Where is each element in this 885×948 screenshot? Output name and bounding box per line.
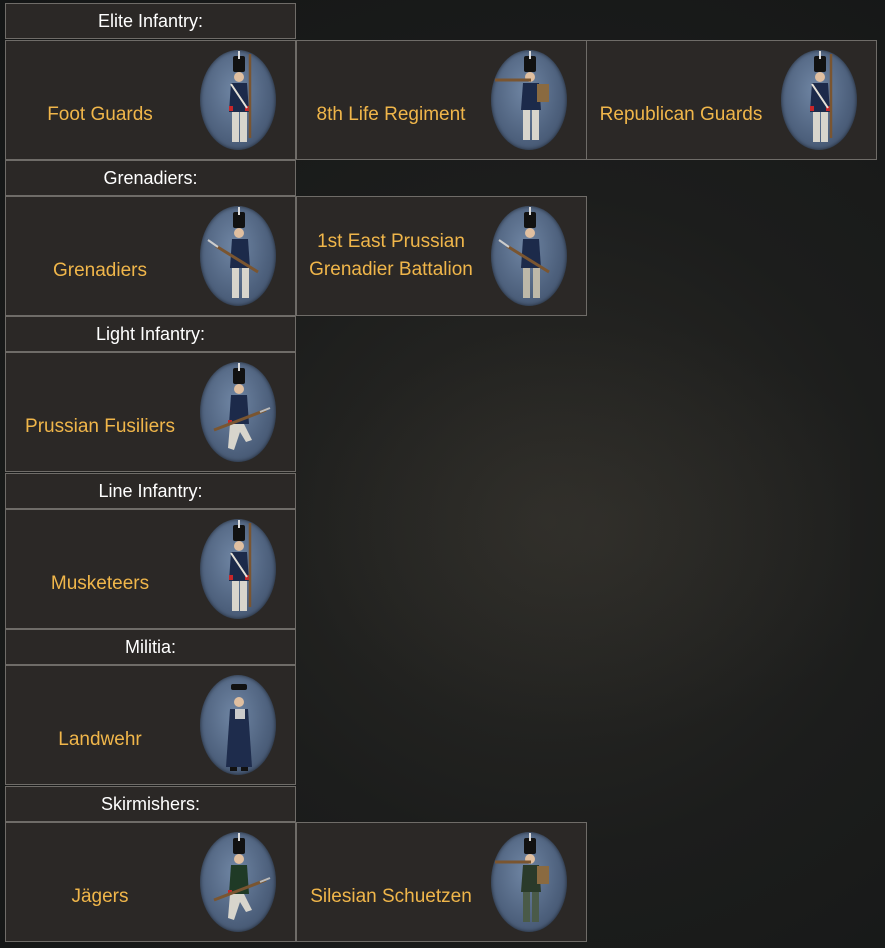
unit-portrait	[491, 206, 567, 306]
soldier-figure	[810, 51, 833, 142]
unit-name: Musketeers	[50, 573, 150, 594]
unit-portrait	[200, 206, 276, 306]
unit-portrait	[200, 519, 276, 619]
unit-card-landwehr[interactable]: Landwehr	[5, 665, 296, 785]
unit-card-prussian-fusiliers[interactable]: Prussian Fusiliers	[5, 352, 296, 472]
unit-card-musketeers[interactable]: Musketeers	[5, 509, 296, 629]
section-header-militia: Militia:	[5, 629, 296, 665]
section-header-elite-infantry: Elite Infantry:	[5, 3, 296, 39]
unit-card-jagers[interactable]: Jägers	[5, 822, 296, 942]
section-header-line-infantry: Line Infantry:	[5, 473, 296, 509]
unit-name: 8th Life Regiment	[316, 104, 466, 125]
unit-name: Grenadiers	[53, 260, 147, 281]
soldier-figure	[495, 51, 549, 140]
soldier-figure	[229, 520, 252, 611]
unit-name: Jägers	[71, 886, 129, 907]
unit-name: Republican Guards	[599, 104, 763, 125]
unit-portrait	[491, 832, 567, 932]
section-header-grenadiers: Grenadiers:	[5, 160, 296, 196]
unit-portrait	[781, 50, 857, 150]
background-battlefield	[290, 320, 850, 740]
unit-name: Landwehr	[58, 729, 142, 750]
unit-portrait	[200, 50, 276, 150]
soldier-figure	[207, 207, 259, 298]
unit-card-republican-guards[interactable]: Republican Guards	[586, 40, 877, 160]
unit-card-1st-east-prussian-grenadier-battalion[interactable]: 1st East Prussian Grenadier Battalion	[296, 196, 587, 316]
unit-portrait	[200, 675, 276, 775]
unit-name: Foot Guards	[47, 104, 153, 125]
unit-name: Silesian Schuetzen	[310, 886, 472, 907]
unit-name: 1st East Prussian Grenadier Battalion	[309, 231, 473, 280]
unit-card-8th-life-regiment[interactable]: 8th Life Regiment	[296, 40, 587, 160]
soldier-figure	[495, 833, 549, 922]
section-header-light-infantry: Light Infantry:	[5, 316, 296, 352]
soldier-figure	[226, 684, 252, 771]
soldier-figure	[213, 363, 271, 450]
soldier-figure	[498, 207, 550, 298]
unit-card-grenadiers[interactable]: Grenadiers	[5, 196, 296, 316]
section-header-skirmishers: Skirmishers:	[5, 786, 296, 822]
unit-portrait	[200, 362, 276, 462]
unit-portrait	[200, 832, 276, 932]
unit-name: Prussian Fusiliers	[25, 416, 175, 437]
unit-portrait	[491, 50, 567, 150]
unit-card-foot-guards[interactable]: Foot Guards	[5, 40, 296, 160]
soldier-figure	[213, 833, 271, 920]
soldier-figure	[229, 51, 252, 142]
unit-card-silesian-schuetzen[interactable]: Silesian Schuetzen	[296, 822, 587, 942]
